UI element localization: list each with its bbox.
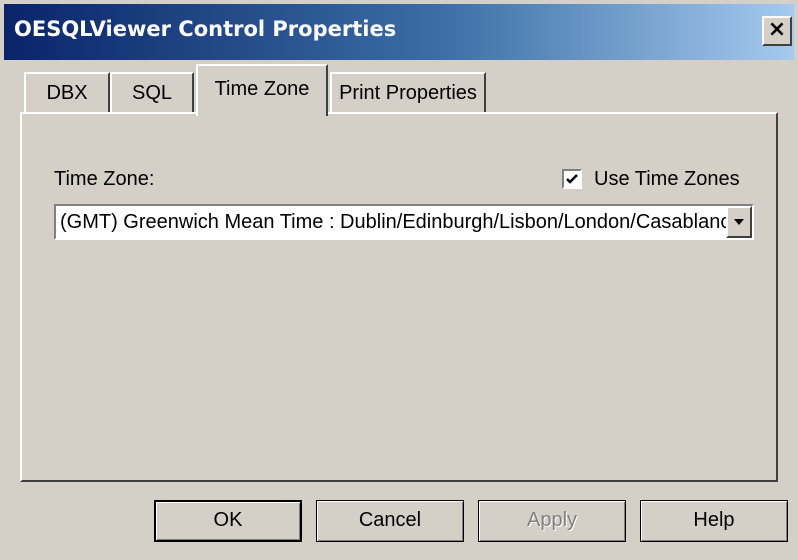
ok-label: OK [213, 509, 243, 531]
use-time-zones-label: Use Time Zones [594, 167, 740, 190]
tab-time-zone[interactable]: Time Zone [196, 64, 328, 116]
time-zone-select-value: (GMT) Greenwich Mean Time : Dublin/Edinb… [60, 211, 730, 233]
check-icon [566, 174, 578, 184]
cancel-label: Cancel [358, 509, 422, 531]
apply-label: Apply [526, 509, 578, 531]
close-button[interactable]: × [762, 16, 792, 46]
tab-label: DBX [46, 82, 88, 104]
close-icon: × [767, 17, 787, 42]
tab-label: Print Properties [339, 82, 477, 104]
time-zone-select[interactable]: (GMT) Greenwich Mean Time : Dublin/Edinb… [54, 204, 754, 240]
window-title: OESQLViewer Control Properties [14, 17, 397, 41]
dropdown-button[interactable] [726, 206, 752, 238]
cancel-button[interactable]: Cancel [316, 500, 464, 542]
title-bar[interactable]: OESQLViewer Control Properties × [4, 4, 794, 60]
tab-label: Time Zone [214, 78, 310, 100]
apply-button[interactable]: Apply [478, 500, 626, 542]
ok-button[interactable]: OK [154, 500, 302, 542]
use-time-zones-checkbox[interactable]: Use Time Zones [562, 166, 740, 192]
tab-dbx[interactable]: DBX [24, 72, 110, 112]
tab-label: SQL [131, 82, 173, 104]
tab-print-properties[interactable]: Print Properties [330, 72, 486, 112]
help-button[interactable]: Help [640, 500, 788, 542]
tab-sql[interactable]: SQL [110, 72, 194, 112]
checkbox-box[interactable] [562, 169, 582, 189]
chevron-down-icon [734, 219, 744, 225]
time-zone-panel: Time Zone: Use Time Zones (GMT) Greenwic… [20, 112, 778, 482]
help-label: Help [693, 509, 735, 531]
properties-dialog: OESQLViewer Control Properties × DBX SQL… [0, 0, 798, 560]
time-zone-label: Time Zone: [54, 168, 155, 190]
